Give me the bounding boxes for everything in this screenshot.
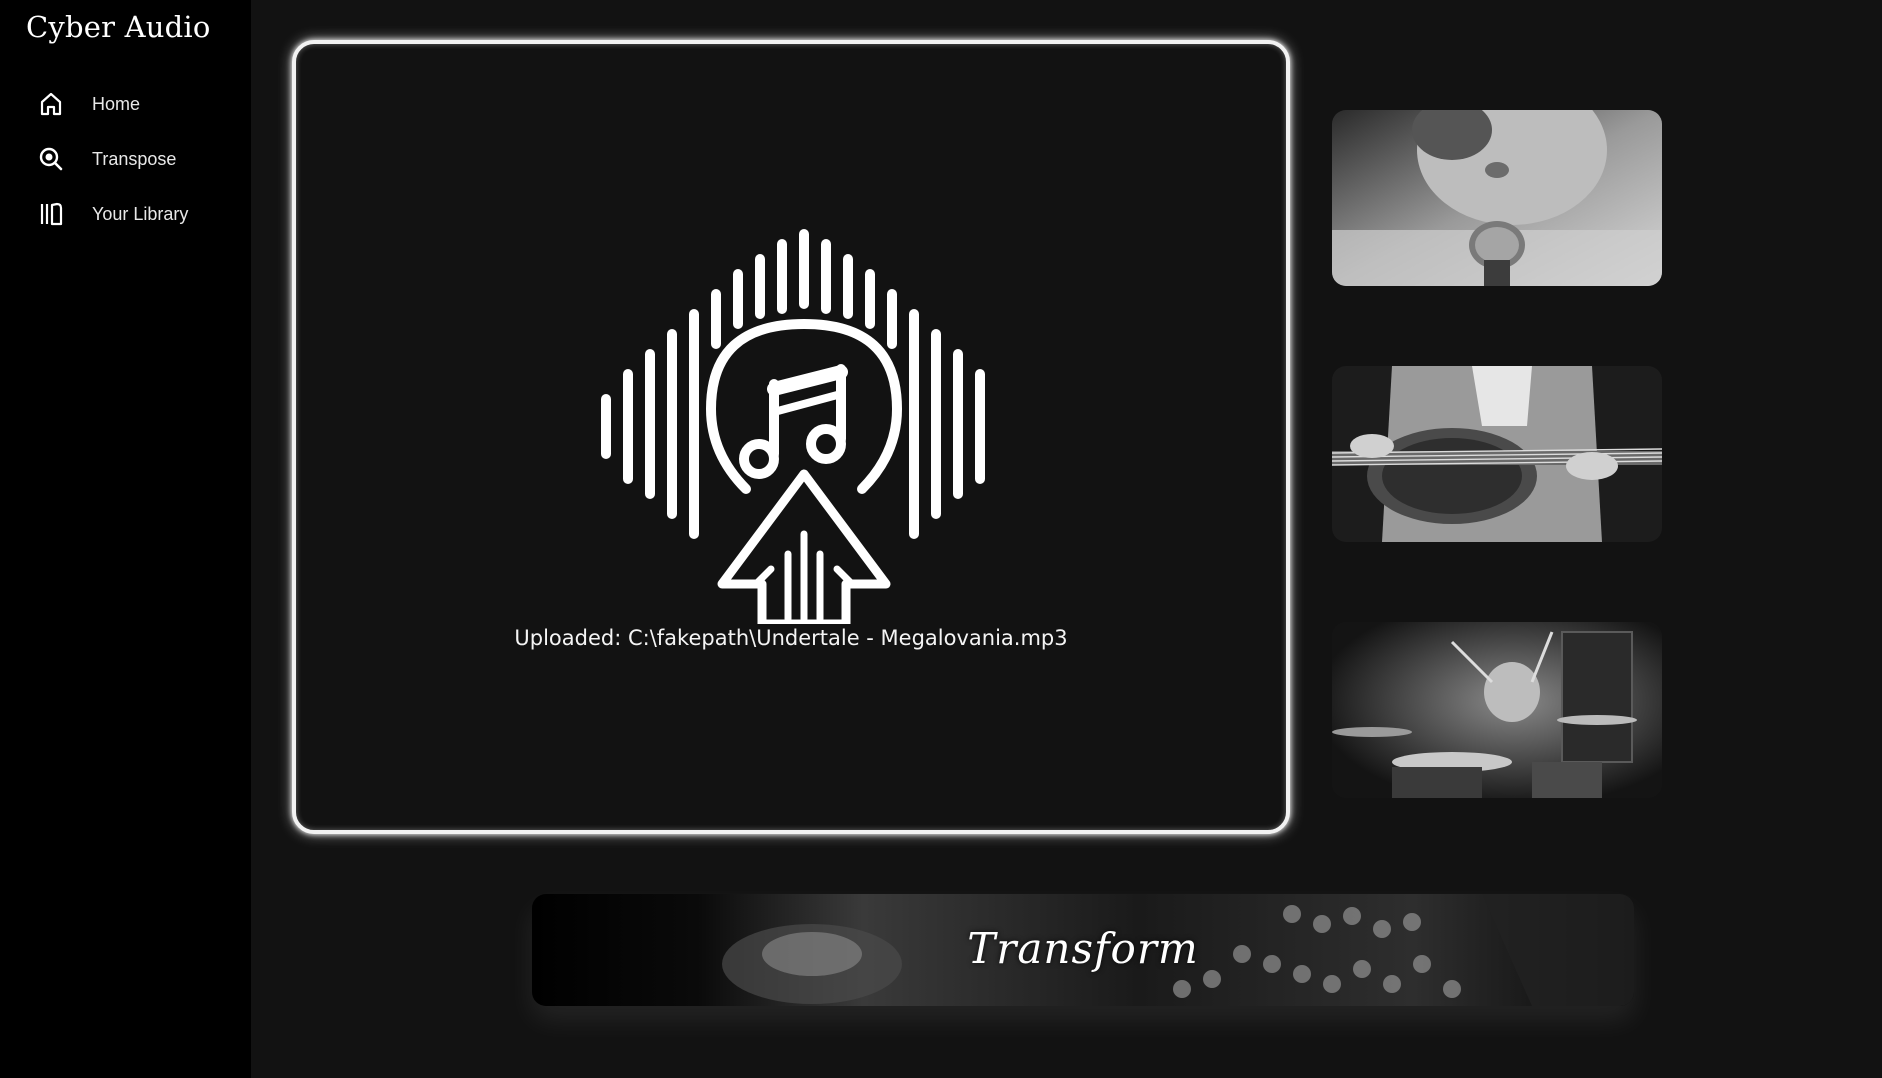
library-icon bbox=[36, 199, 66, 229]
transform-button-label: Transform bbox=[967, 924, 1199, 973]
sidebar-item-label: Transpose bbox=[92, 148, 177, 169]
file-upload-dropzone[interactable]: Uploaded: C:\fakepath\Undertale - Megalo… bbox=[292, 40, 1290, 834]
sidebar-item-your-library[interactable]: Your Library bbox=[36, 194, 236, 234]
music-upload-icon bbox=[596, 224, 996, 624]
sidebar-item-label: Home bbox=[92, 93, 141, 114]
gallery-image-guitarist bbox=[1332, 366, 1662, 542]
sidebar-item-transpose[interactable]: Transpose bbox=[36, 139, 236, 179]
search-icon bbox=[36, 144, 66, 174]
sidebar-item-label: Your Library bbox=[92, 203, 189, 224]
gallery-image-drummer bbox=[1332, 622, 1662, 798]
home-icon bbox=[36, 89, 66, 119]
transform-button[interactable]: Transform bbox=[532, 894, 1634, 1006]
upload-status-text: Uploaded: C:\fakepath\Undertale - Megalo… bbox=[514, 626, 1068, 650]
app-title: Cyber Audio bbox=[26, 10, 211, 44]
sidebar: Cyber Audio Home Transpose Your Library bbox=[0, 0, 251, 1078]
sidebar-item-home[interactable]: Home bbox=[36, 84, 236, 124]
gallery-image-singer bbox=[1332, 110, 1662, 286]
